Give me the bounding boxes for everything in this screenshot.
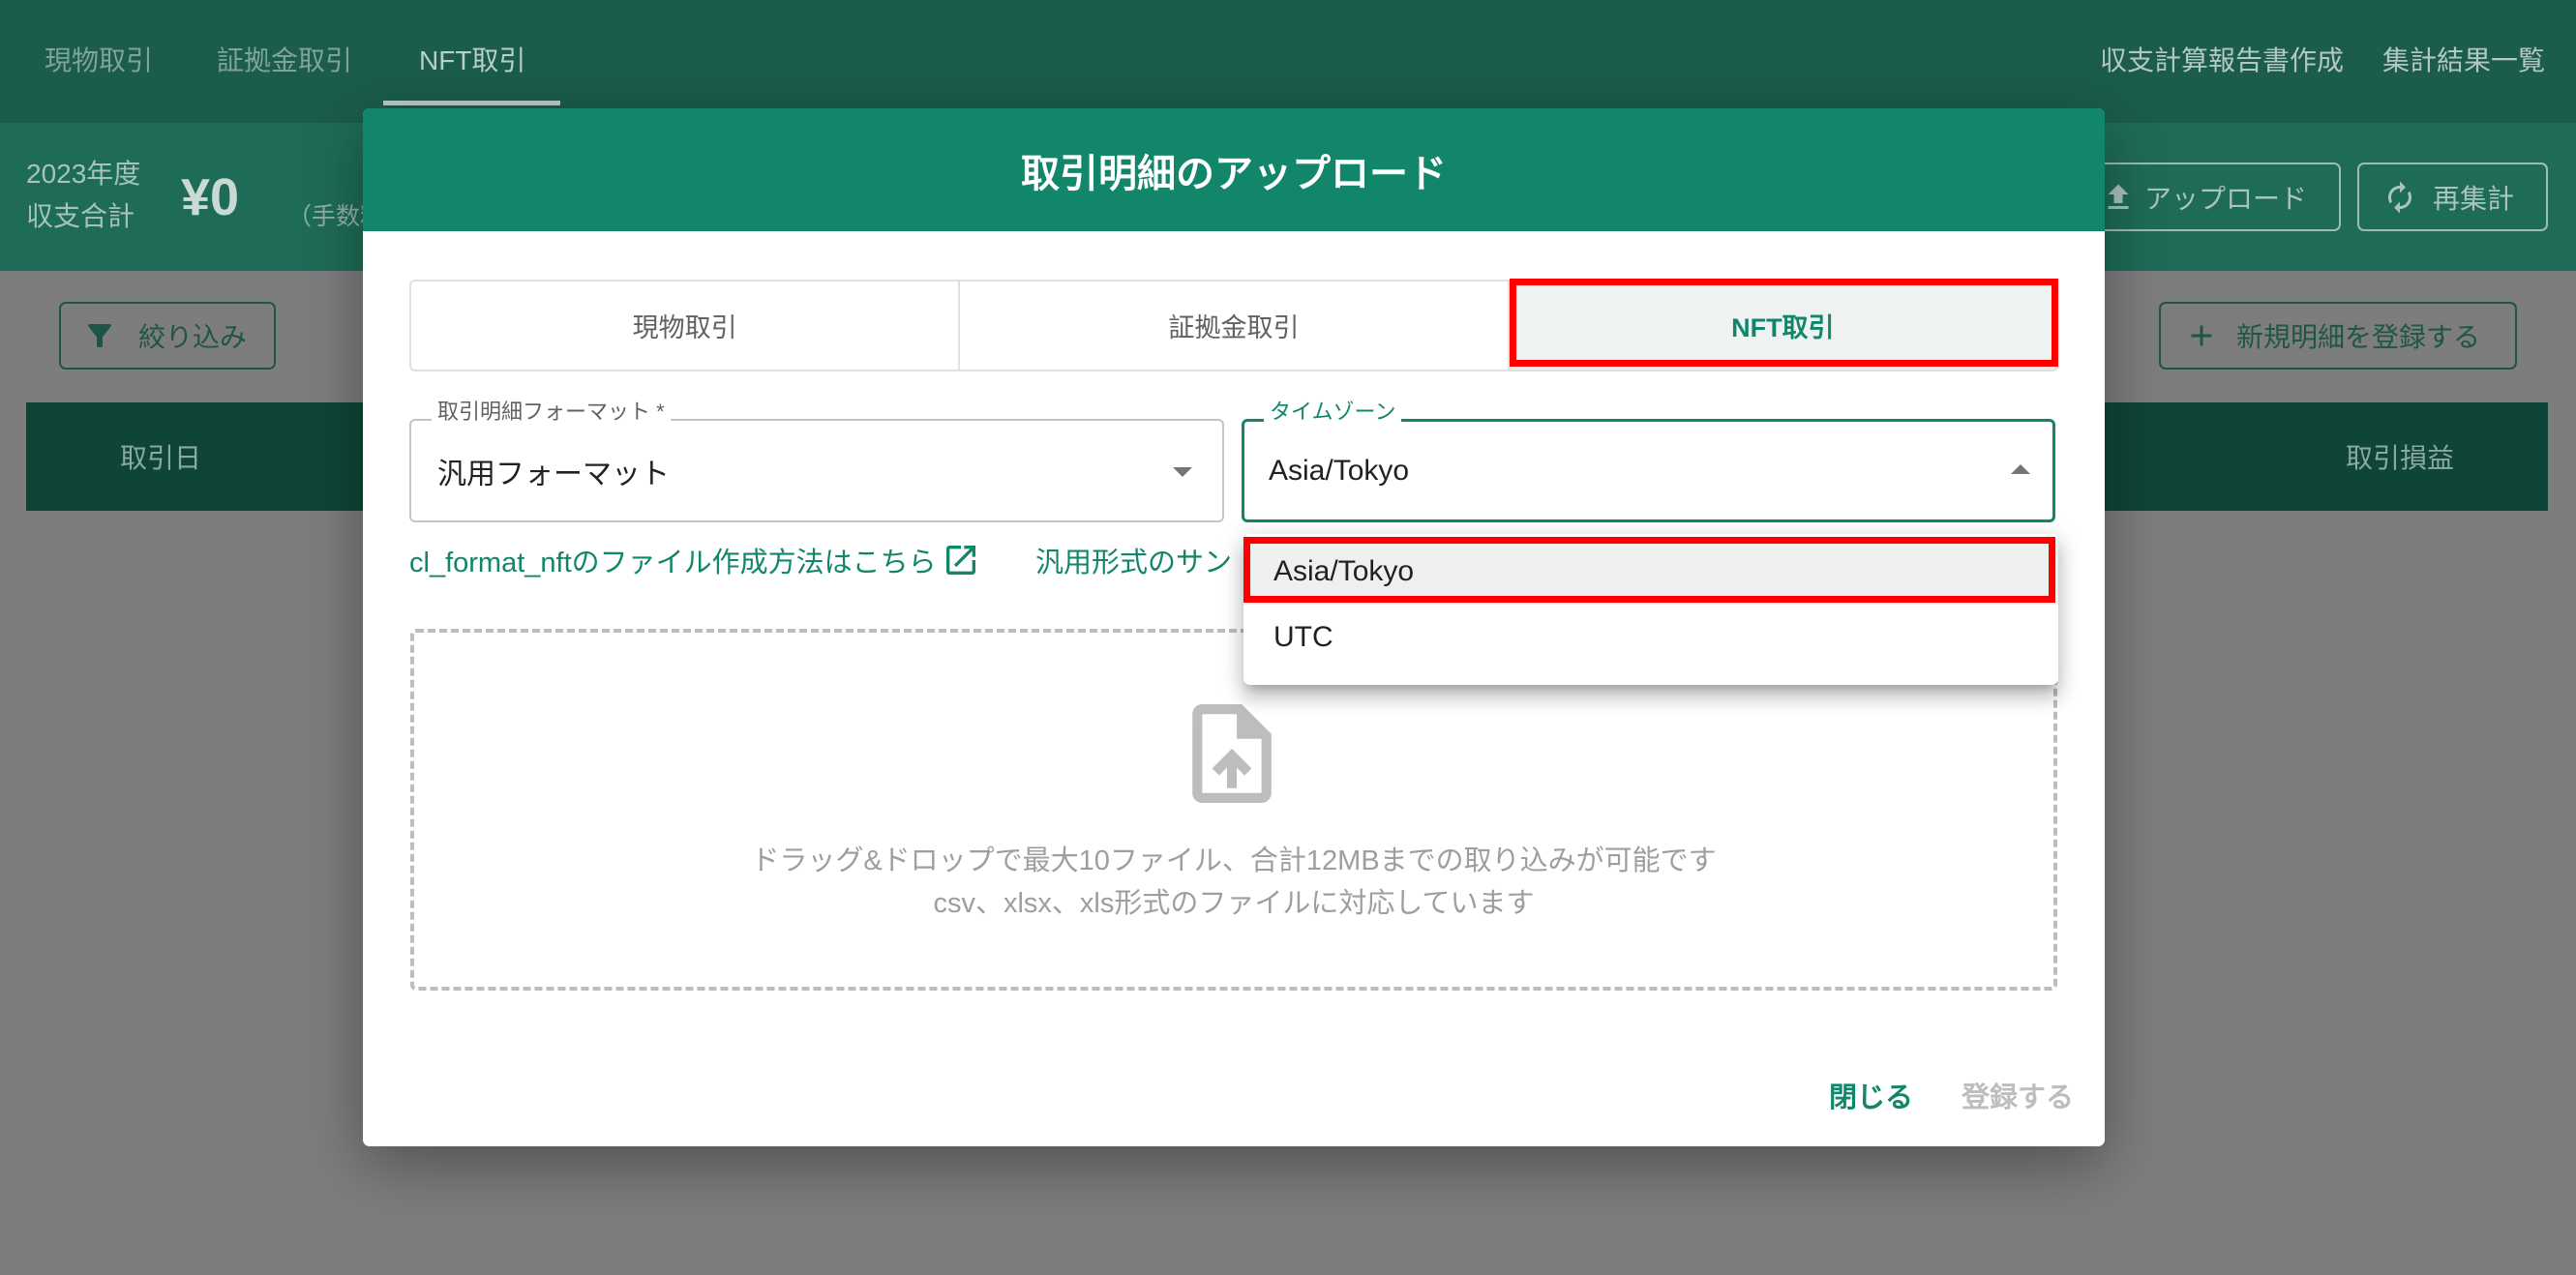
open-in-new-icon (937, 546, 975, 575)
timezone-option-utc[interactable]: UTC (1243, 605, 2058, 670)
arrow-drop-down-icon (1159, 448, 1206, 494)
tab-nft[interactable]: NFT取引 (1507, 282, 2056, 370)
dialog-title: 取引明細のアップロード (1021, 152, 1447, 195)
dialog-header: 取引明細のアップロード (363, 108, 2105, 231)
upload-dialog: 取引明細のアップロード 現物取引 証拠金取引 NFT取引 取引明細フォーマット … (363, 108, 2105, 1146)
sample-file-link-label: 汎用形式のサン (1035, 548, 1233, 578)
dropzone-line-1: ドラッグ&ドロップで最大10ファイル、合計12MBまでの取り込みが可能です (751, 845, 1717, 876)
timezone-option-asia-tokyo[interactable]: Asia/Tokyo (1243, 539, 2058, 605)
dropzone-line-2: csv、xlsx、xls形式のファイルに対応しています (933, 888, 1535, 919)
howto-link[interactable]: cl_format_nftのファイル作成方法はこちら (409, 539, 975, 581)
dropzone-instructions: ドラッグ&ドロップで最大10ファイル、合計12MBまでの取り込みが可能です cs… (414, 840, 2053, 925)
timezone-options-menu: Asia/Tokyo UTC (1243, 534, 2058, 685)
format-select-value: 汎用フォーマット (437, 458, 670, 490)
transaction-type-tabs: 現物取引 証拠金取引 NFT取引 (409, 280, 2058, 371)
howto-link-label: cl_format_nftのファイル作成方法はこちら (409, 548, 937, 578)
timezone-select[interactable]: タイムゾーン Asia/Tokyo (1242, 399, 2055, 522)
timezone-select-value: Asia/Tokyo (1269, 454, 1410, 487)
close-button[interactable]: 閉じる (1829, 1074, 1913, 1116)
register-button[interactable]: 登録する (1962, 1074, 2074, 1116)
sample-file-link[interactable]: 汎用形式のサン (1035, 539, 1232, 581)
format-select[interactable]: 取引明細フォーマット * 汎用フォーマット (409, 399, 1224, 522)
tab-margin[interactable]: 証拠金取引 (958, 282, 1507, 370)
file-upload-icon (1192, 704, 1272, 803)
arrow-drop-up-icon (1997, 447, 2044, 493)
tab-spot[interactable]: 現物取引 (411, 282, 958, 370)
